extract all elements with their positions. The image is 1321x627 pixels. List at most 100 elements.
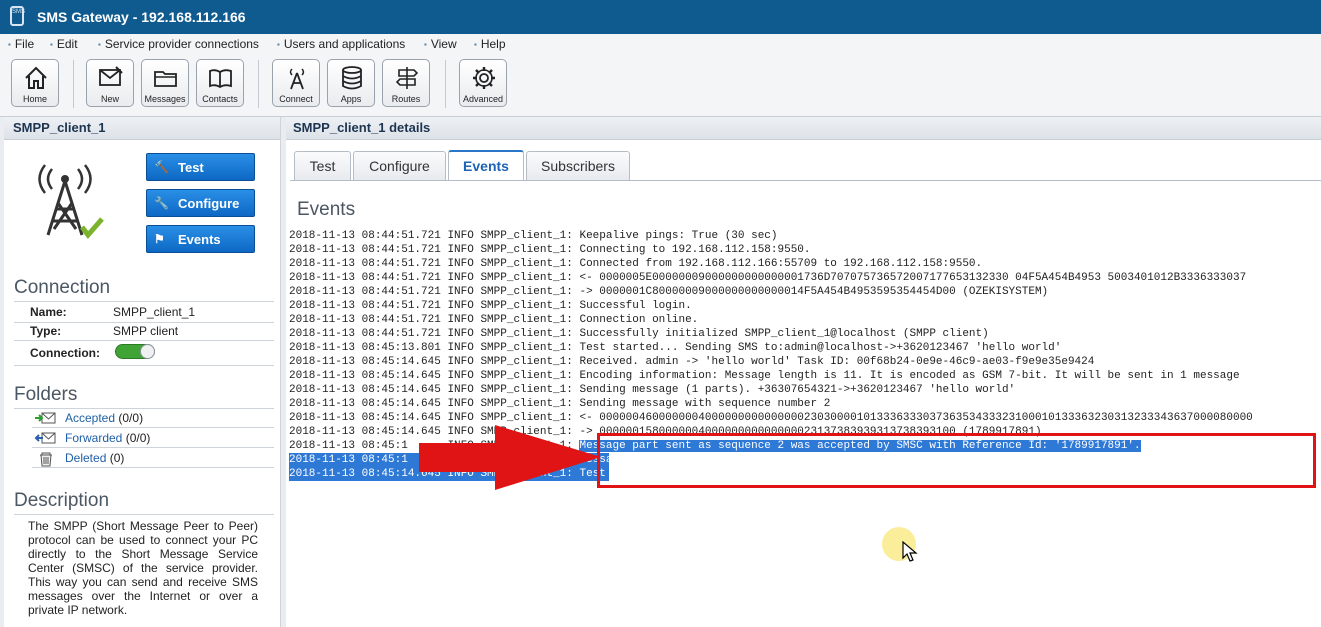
log-line-source: INFO SMPP_client_1:	[447, 258, 573, 270]
log-line-message: Keepalive pings: True (30 sec)	[579, 230, 778, 242]
details-panel: SMPP_client_1 details Test Configure Eve…	[286, 117, 1321, 627]
apps-button[interactable]: Apps	[327, 59, 375, 107]
left-panel: SMPP_client_1 🔨 Test 🔧 Configure ⚑ Event…	[4, 117, 281, 627]
routes-label: Routes	[391, 94, 421, 104]
log-line-message: Sending message with sequence number 2	[579, 398, 831, 410]
log-line-source: INFO SMPP_client_1:	[447, 244, 573, 256]
home-label: Home	[22, 94, 47, 104]
log-line-message: Received. admin -> 'hello world' Task ID…	[579, 356, 1095, 368]
configure-button-label: Configure	[178, 196, 240, 211]
log-line-message: Encoding information: Message length is …	[579, 370, 1240, 382]
log-line: 2018-11-13 08:45:14.645 INFO SMPP_client…	[289, 369, 1321, 383]
log-line: 2018-11-13 08:45:13.801 INFO SMPP_client…	[289, 341, 1321, 355]
type-label: Type:	[30, 324, 62, 338]
connect-label: Connect	[279, 94, 313, 104]
folder-icon	[154, 71, 177, 87]
contacts-button[interactable]: Contacts	[196, 59, 244, 107]
log-line-prefix: 2018-11-13 08:45:14.645	[289, 370, 441, 382]
home-button[interactable]: Home	[11, 59, 59, 107]
log-line-prefix: 2018-11-13 08:45:1	[289, 440, 408, 452]
log-line-source: INFO SMPP_client_1:	[447, 412, 573, 424]
events-button-label: Events	[178, 232, 221, 247]
apps-label: Apps	[340, 94, 362, 104]
log-line-message: Successful login.	[579, 300, 692, 312]
window-title: SMS Gateway - 192.168.112.166	[37, 9, 246, 25]
divider	[14, 514, 274, 515]
divider	[32, 447, 274, 448]
test-button-label: Test	[178, 160, 204, 175]
divider	[32, 427, 274, 428]
log-line-source: INFO SMPP_client_1:	[447, 328, 573, 340]
log-line-prefix: 2018-11-13 08:44:51.721	[289, 244, 441, 256]
log-line-source: INFO SMPP_client_1:	[447, 286, 573, 298]
description-heading: Description	[14, 490, 110, 511]
log-line-source: INFO SMPP_client_1:	[447, 300, 573, 312]
flag-icon: ⚑	[154, 232, 165, 246]
folders-heading: Folders	[14, 384, 78, 405]
folder-forwarded-link[interactable]: Forwarded	[65, 431, 122, 445]
configure-button[interactable]: 🔧 Configure	[146, 189, 255, 217]
log-line: 2018-11-13 08:45:14.645 INFO SMPP_client…	[289, 397, 1321, 411]
events-button[interactable]: ⚑ Events	[146, 225, 255, 253]
accepted-envelope-icon	[35, 412, 56, 424]
log-line-prefix: 2018-11-13 08:45:13.801	[289, 342, 441, 354]
log-line: 2018-11-13 08:44:51.721 INFO SMPP_client…	[289, 257, 1321, 271]
test-button[interactable]: 🔨 Test	[146, 153, 255, 181]
tab-underline	[290, 180, 1321, 181]
menu-view[interactable]: View	[424, 37, 457, 51]
home-icon	[25, 66, 47, 89]
menu-help[interactable]: Help	[474, 37, 506, 51]
signpost-icon	[395, 67, 419, 89]
tab-events[interactable]: Events	[448, 150, 524, 181]
mouse-pointer-icon	[902, 541, 918, 562]
messages-button[interactable]: Messages	[141, 59, 189, 107]
new-message-icon	[99, 66, 123, 86]
tab-subscribers[interactable]: Subscribers	[526, 151, 630, 180]
log-line-source: INFO SMPP_client_1:	[447, 356, 573, 368]
log-line-prefix: 2018-11-13 08:45:1	[289, 454, 408, 466]
messages-label: Messages	[144, 94, 186, 104]
log-line: 2018-11-13 08:44:51.721 INFO SMPP_client…	[289, 229, 1321, 243]
menu-users-and-applications[interactable]: Users and applications	[277, 37, 405, 51]
menu-service-provider-connections[interactable]: Service provider connections	[98, 37, 259, 51]
new-button[interactable]: New	[86, 59, 134, 107]
connect-button[interactable]: Connect	[272, 59, 320, 107]
menu-edit[interactable]: Edit	[50, 37, 78, 51]
tab-test[interactable]: Test	[294, 151, 351, 180]
routes-button[interactable]: Routes	[382, 59, 430, 107]
log-line-prefix: 2018-11-13 08:45:14.645	[289, 412, 441, 424]
contacts-label: Contacts	[202, 94, 238, 104]
divider	[14, 301, 274, 302]
toolbar-separator	[445, 60, 446, 108]
log-line: 2018-11-13 08:45:14.645 INFO SMPP_client…	[289, 383, 1321, 397]
advanced-button[interactable]: Advanced	[459, 59, 507, 107]
advanced-label: Advanced	[462, 94, 504, 104]
toolbar-separator	[258, 60, 259, 108]
events-title: Events	[297, 199, 356, 220]
log-line-message: Successfully initialized SMPP_client_1@l…	[579, 328, 989, 340]
log-line-prefix: 2018-11-13 08:44:51.721	[289, 328, 441, 340]
folder-accepted-link[interactable]: Accepted	[65, 411, 115, 425]
folder-accepted-count: (0/0)	[118, 411, 144, 425]
wrench-icon: 🔧	[154, 196, 169, 210]
details-header: SMPP_client_1 details	[286, 117, 1321, 140]
folder-deleted-link[interactable]: Deleted	[65, 451, 106, 465]
log-line-message: Connecting to 192.168.112.158:9550.	[579, 244, 811, 256]
sms-app-icon: SMS	[10, 6, 25, 26]
forwarded-envelope-icon	[34, 432, 56, 444]
menu-file[interactable]: File	[8, 37, 34, 51]
antenna-connected-icon	[38, 164, 104, 239]
divider	[14, 322, 274, 323]
trash-icon	[40, 452, 52, 467]
log-line-source: INFO SMPP_client_1:	[447, 342, 573, 354]
highlight-box	[597, 433, 1316, 488]
antenna-icon	[289, 68, 305, 90]
connection-heading: Connection	[14, 277, 111, 298]
new-label: New	[100, 94, 119, 104]
connection-toggle[interactable]	[115, 344, 155, 359]
tab-configure[interactable]: Configure	[353, 151, 446, 180]
gear-icon	[473, 67, 495, 89]
toolbar-separator	[73, 60, 74, 108]
log-line-prefix: 2018-11-13 08:45:14.645	[289, 398, 441, 410]
description-text: The SMPP (Short Message Peer to Peer) pr…	[28, 519, 258, 617]
